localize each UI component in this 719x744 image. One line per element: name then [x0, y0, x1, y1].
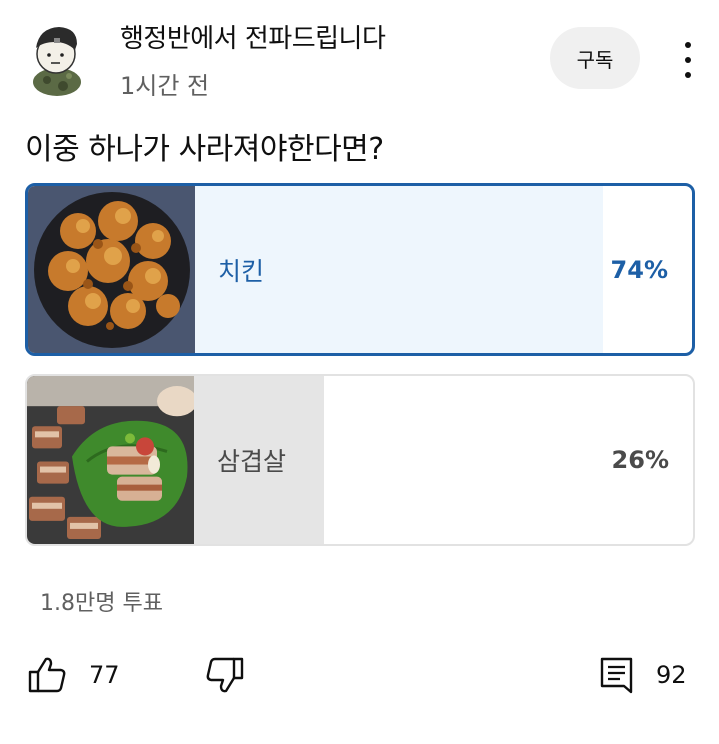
- poll-option-label: 치킨: [218, 256, 265, 286]
- dislike-button[interactable]: [205, 656, 245, 694]
- thumbs-down-icon: [206, 657, 244, 693]
- comment-icon: [600, 657, 633, 694]
- subscribe-button[interactable]: 구독: [550, 27, 640, 89]
- thumbs-up-icon: [28, 657, 66, 693]
- vote-count: 1.8만명 투표: [40, 591, 163, 616]
- poll-option-percent: 26%: [611, 446, 669, 474]
- poll-option-chicken[interactable]: 치킨 74%: [25, 183, 695, 356]
- channel-name[interactable]: 행정반에서 전파드립니다: [120, 18, 386, 55]
- like-count: 77: [89, 661, 120, 689]
- channel-avatar[interactable]: [29, 20, 85, 96]
- comment-count: 92: [656, 661, 687, 689]
- poll-option-samgyeopsal[interactable]: 삼겹살 26%: [25, 374, 695, 546]
- soldier-avatar-icon: [33, 27, 81, 96]
- poll-option-label: 삼겹살: [217, 447, 287, 476]
- post-time: 1시간 전: [120, 72, 210, 100]
- poll-option-percent: 74%: [610, 255, 668, 284]
- samgyeopsal-image: [27, 376, 194, 544]
- poll-question: 이중 하나가 사라져야한다면?: [25, 132, 384, 167]
- like-button[interactable]: 77: [27, 656, 120, 694]
- comment-button[interactable]: 92: [600, 656, 687, 694]
- fried-chicken-image: [28, 186, 195, 353]
- more-options-icon[interactable]: [670, 40, 706, 80]
